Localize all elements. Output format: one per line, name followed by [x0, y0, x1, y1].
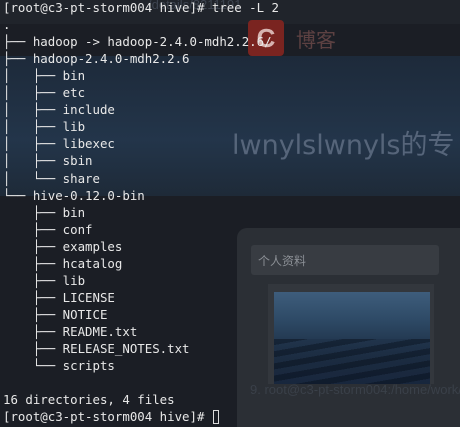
terminal-line: │ ├── bin: [3, 68, 86, 84]
terminal-line: ├── NOTICE: [3, 306, 108, 322]
terminal-line: ├── hadoop-2.4.0-mdh2.2.6: [3, 51, 190, 67]
terminal-line: ├── README.txt: [3, 323, 138, 339]
terminal-prompt-line: [root@c3-pt-storm004 hive]#: [3, 408, 219, 425]
terminal-line: ├── conf: [3, 221, 93, 237]
terminal-line: │ ├── lib: [3, 119, 86, 135]
terminal-line: 16 directories, 4 files: [3, 392, 175, 408]
terminal-line: ├── examples: [3, 238, 123, 254]
terminal-line: [root@c3-pt-storm004 hive]# tree -L 2: [3, 0, 280, 15]
terminal-line: ├── LICENSE: [3, 289, 115, 305]
terminal-output[interactable]: [root@c3-pt-storm004 hive]# tree -L 2. ├─…: [0, 0, 460, 427]
terminal-line: .: [3, 17, 11, 33]
terminal-line: │ ├── sbin: [3, 153, 93, 169]
terminal-line: ├── hadoop -> hadoop-2.4.0-mdh2.2.6/: [3, 34, 272, 50]
terminal-line: │ ├── libexec: [3, 136, 115, 152]
terminal-cursor: [212, 410, 219, 425]
terminal-line: ├── bin: [3, 204, 86, 220]
terminal-line: │ ├── include: [3, 102, 115, 118]
terminal-line: ├── RELEASE_NOTES.txt: [3, 341, 190, 356]
terminal-line: └── scripts: [3, 358, 115, 374]
terminal-line: │ └── share: [3, 170, 100, 186]
terminal-line: │ ├── etc: [3, 85, 86, 101]
terminal-line: ├── lib: [3, 272, 86, 288]
terminal-line: └── hive-0.12.0-bin: [3, 187, 145, 203]
terminal-line: ├── hcatalog: [3, 255, 123, 271]
